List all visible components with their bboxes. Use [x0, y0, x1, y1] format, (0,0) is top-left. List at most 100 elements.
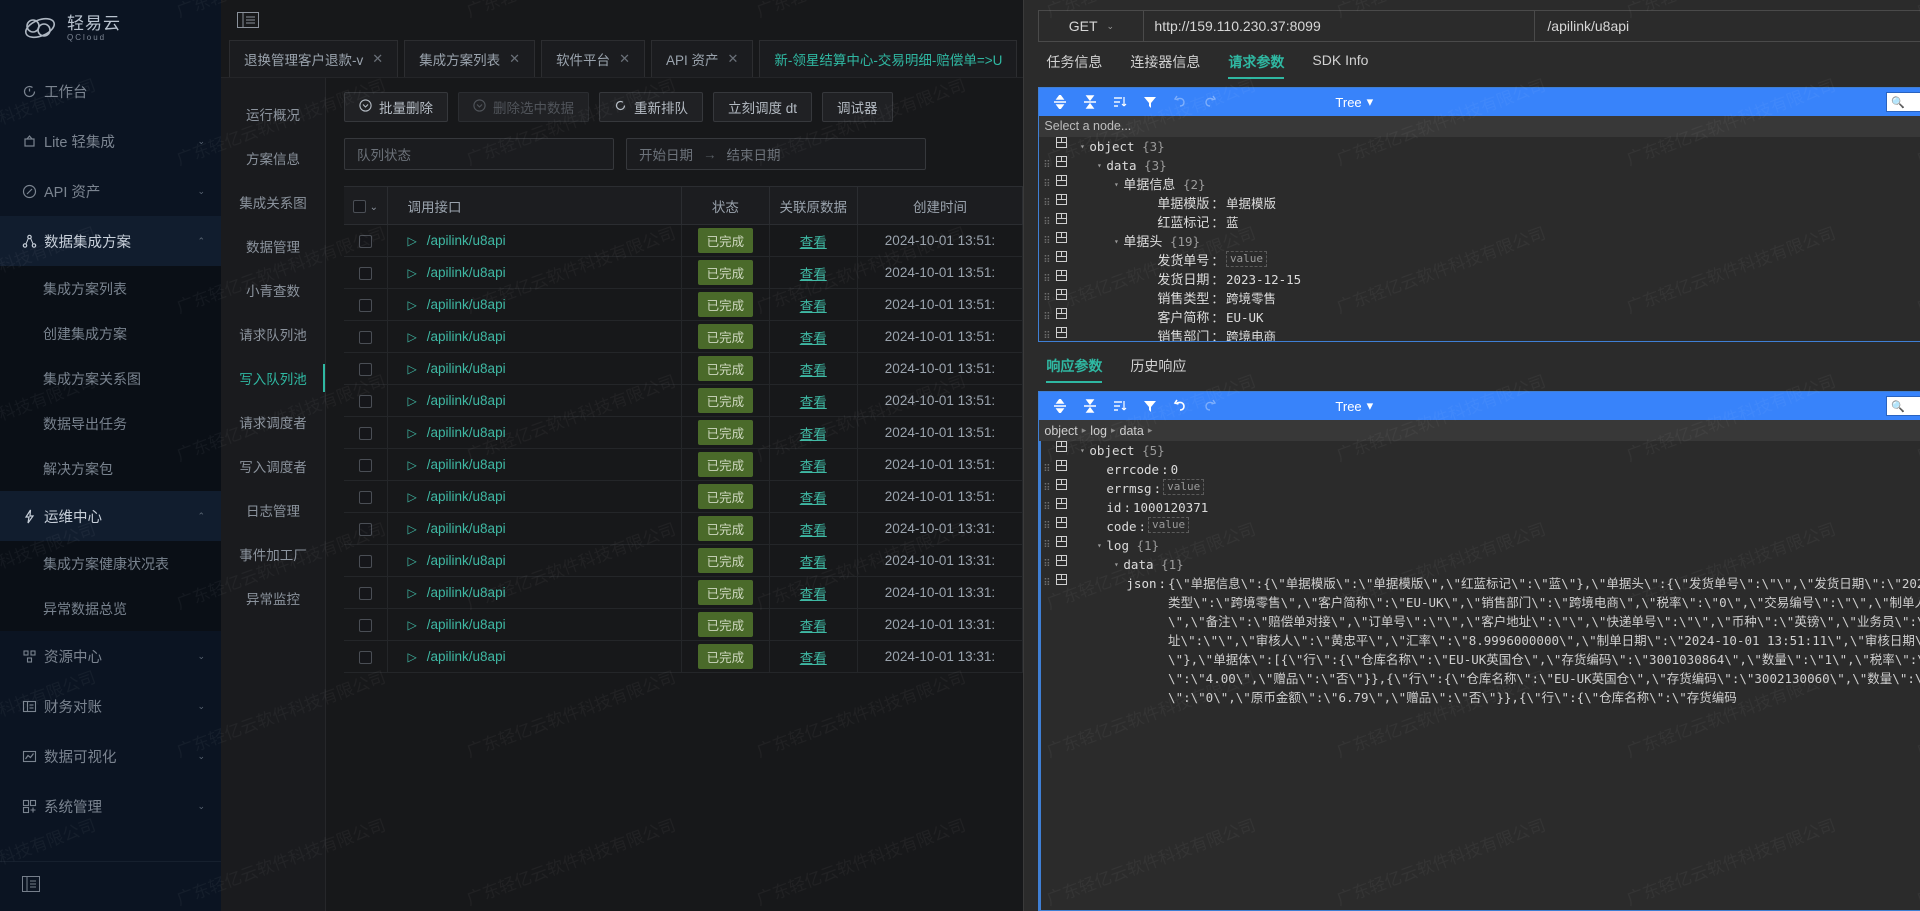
- close-icon[interactable]: ✕: [509, 51, 520, 67]
- row-checkbox[interactable]: [358, 426, 372, 440]
- tree-node[interactable]: ⠿ 发货单号： value: [1039, 250, 1920, 270]
- tab-2[interactable]: 软件平台 ✕: [541, 40, 645, 77]
- node-value[interactable]: 2023-12-15: [1226, 270, 1301, 289]
- view-link[interactable]: 查看: [800, 619, 827, 634]
- drag-handle-icon[interactable]: ⠿: [1039, 536, 1053, 555]
- tree-node[interactable]: ⠿ 发货日期： 2023-12-15: [1039, 269, 1920, 289]
- table-row[interactable]: ▷ /apilink/u8api 已完成 查看 2024-10-01 13:51:: [344, 288, 1024, 321]
- close-icon[interactable]: ✕: [372, 51, 383, 67]
- node-value[interactable]: 蓝: [1226, 213, 1239, 232]
- view-link[interactable]: 查看: [800, 555, 827, 570]
- view-link[interactable]: 查看: [800, 331, 827, 346]
- drag-handle-icon[interactable]: ⠿: [1039, 460, 1053, 479]
- submenu-item-0[interactable]: 运行概况: [221, 92, 325, 136]
- filter-icon[interactable]: [1135, 88, 1165, 116]
- tree-node[interactable]: ▾ object {5}: [1039, 441, 1920, 460]
- tree-node[interactable]: ⠿ ▾ data {1}: [1039, 555, 1920, 574]
- run-icon[interactable]: ▷: [408, 522, 417, 536]
- tab-0[interactable]: 退换管理客户退款-v ✕: [229, 40, 399, 77]
- expander-icon[interactable]: ▾: [1109, 555, 1123, 574]
- toolbar-button-3[interactable]: 立刻调度 dt: [713, 92, 813, 122]
- view-link[interactable]: 查看: [800, 491, 827, 506]
- sidebar-item-3[interactable]: 数据集成方案 ⌃: [0, 216, 221, 266]
- expander-icon[interactable]: ▾: [1092, 536, 1106, 555]
- drag-handle-icon[interactable]: ⠿: [1039, 213, 1053, 232]
- node-value-placeholder[interactable]: value: [1225, 250, 1268, 267]
- drag-handle-icon[interactable]: ⠿: [1039, 156, 1053, 175]
- table-row[interactable]: ▷ /apilink/u8api 已完成 查看 2024-10-01 13:51:: [344, 480, 1024, 513]
- close-icon[interactable]: ✕: [619, 51, 630, 67]
- run-icon[interactable]: ▷: [408, 298, 417, 312]
- table-row[interactable]: ▷ /apilink/u8api 已完成 查看 2024-10-01 13:51:: [344, 448, 1024, 481]
- drag-handle-icon[interactable]: ⠿: [1039, 327, 1053, 341]
- expand-all-icon[interactable]: [1045, 392, 1075, 420]
- tree-node[interactable]: ⠿ id : 1000120371: [1039, 498, 1920, 517]
- tree-node[interactable]: ⠿ errcode : 0: [1039, 460, 1920, 479]
- row-checkbox[interactable]: [358, 234, 372, 248]
- table-row[interactable]: ▷ /apilink/u8api 已完成 查看 2024-10-01 13:31:: [344, 608, 1024, 641]
- submenu-item-3[interactable]: 数据管理: [221, 224, 325, 268]
- table-row[interactable]: ▷ /apilink/u8api 已完成 查看 2024-10-01 13:51:: [344, 320, 1024, 353]
- drag-handle-icon[interactable]: ⠿: [1039, 175, 1053, 194]
- run-icon[interactable]: ▷: [408, 330, 417, 344]
- tree-node[interactable]: ▾ object {3}: [1039, 136, 1920, 156]
- collapse-all-icon[interactable]: [1075, 88, 1105, 116]
- view-link[interactable]: 查看: [800, 427, 827, 442]
- sidebar-item-0[interactable]: 工作台: [0, 66, 221, 116]
- sidebar-item-13[interactable]: 财务对账 ⌄: [0, 681, 221, 731]
- table-row[interactable]: ▷ /apilink/u8api 已完成 查看 2024-10-01 13:31:: [344, 640, 1024, 673]
- sidebar-item-5[interactable]: 创建集成方案: [0, 311, 221, 356]
- submenu-item-4[interactable]: 小青查数: [221, 268, 325, 312]
- request-tab-0[interactable]: 任务信息: [1046, 52, 1102, 79]
- expander-icon[interactable]: ▾: [1075, 137, 1089, 156]
- expander-icon[interactable]: ▾: [1109, 232, 1123, 251]
- node-value[interactable]: 跨境零售: [1226, 289, 1276, 308]
- sidebar-item-9[interactable]: 运维中心 ⌃: [0, 491, 221, 541]
- run-icon[interactable]: ▷: [408, 490, 417, 504]
- row-checkbox[interactable]: [358, 330, 372, 344]
- toolbar-button-4[interactable]: 调试器: [822, 92, 893, 122]
- tree-node[interactable]: ⠿ 单据模版：单据模版: [1039, 193, 1920, 213]
- submenu-item-10[interactable]: 事件加工厂: [221, 532, 325, 576]
- sort-icon[interactable]: [1105, 88, 1135, 116]
- drag-handle-icon[interactable]: ⠿: [1039, 270, 1053, 289]
- sidebar-item-11[interactable]: 异常数据总览: [0, 586, 221, 631]
- run-icon[interactable]: ▷: [408, 586, 417, 600]
- view-link[interactable]: 查看: [800, 363, 827, 378]
- sidebar-item-15[interactable]: 系统管理 ⌄: [0, 781, 221, 831]
- breadcrumb-item[interactable]: log: [1090, 424, 1107, 438]
- sidebar-item-8[interactable]: 解决方案包: [0, 446, 221, 491]
- view-link[interactable]: 查看: [800, 459, 827, 474]
- row-checkbox[interactable]: [358, 554, 372, 568]
- drag-handle-icon[interactable]: ⠿: [1039, 251, 1053, 270]
- chevron-down-icon[interactable]: ⌄: [370, 202, 378, 213]
- sidebar-item-1[interactable]: Lite 轻集成 ⌄: [0, 116, 221, 166]
- run-icon[interactable]: ▷: [408, 650, 417, 664]
- tab-1[interactable]: 集成方案列表 ✕: [404, 40, 536, 77]
- run-icon[interactable]: ▷: [408, 554, 417, 568]
- row-checkbox[interactable]: [358, 618, 372, 632]
- response-tab-1[interactable]: 历史响应: [1130, 356, 1186, 383]
- run-icon[interactable]: ▷: [408, 618, 417, 632]
- sidebar-item-10[interactable]: 集成方案健康状况表: [0, 541, 221, 586]
- submenu-item-8[interactable]: 写入调度者: [221, 444, 325, 488]
- node-value[interactable]: 0: [1171, 460, 1179, 479]
- select-all-checkbox[interactable]: [352, 199, 366, 213]
- expander-icon[interactable]: ▾: [1075, 441, 1089, 460]
- close-icon[interactable]: ✕: [727, 51, 738, 67]
- host-input[interactable]: http://159.110.230.37:8099: [1144, 11, 1534, 41]
- expander-icon[interactable]: ▾: [1109, 175, 1123, 194]
- node-value-placeholder[interactable]: value: [1148, 517, 1190, 533]
- request-tab-1[interactable]: 连接器信息: [1130, 52, 1200, 79]
- drag-handle-icon[interactable]: ⠿: [1039, 517, 1053, 536]
- view-link[interactable]: 查看: [800, 235, 827, 250]
- sidebar-item-4[interactable]: 集成方案列表: [0, 266, 221, 311]
- submenu-item-2[interactable]: 集成关系图: [221, 180, 325, 224]
- view-link[interactable]: 查看: [800, 299, 827, 314]
- drag-handle-icon[interactable]: ⠿: [1039, 232, 1053, 251]
- sort-icon[interactable]: [1105, 392, 1135, 420]
- tree-node[interactable]: ⠿ ▾ data {3}: [1039, 155, 1920, 175]
- view-link[interactable]: 查看: [800, 523, 827, 538]
- collapse-sidebar-icon[interactable]: [22, 876, 40, 897]
- sidebar-item-12[interactable]: 资源中心 ⌄: [0, 631, 221, 681]
